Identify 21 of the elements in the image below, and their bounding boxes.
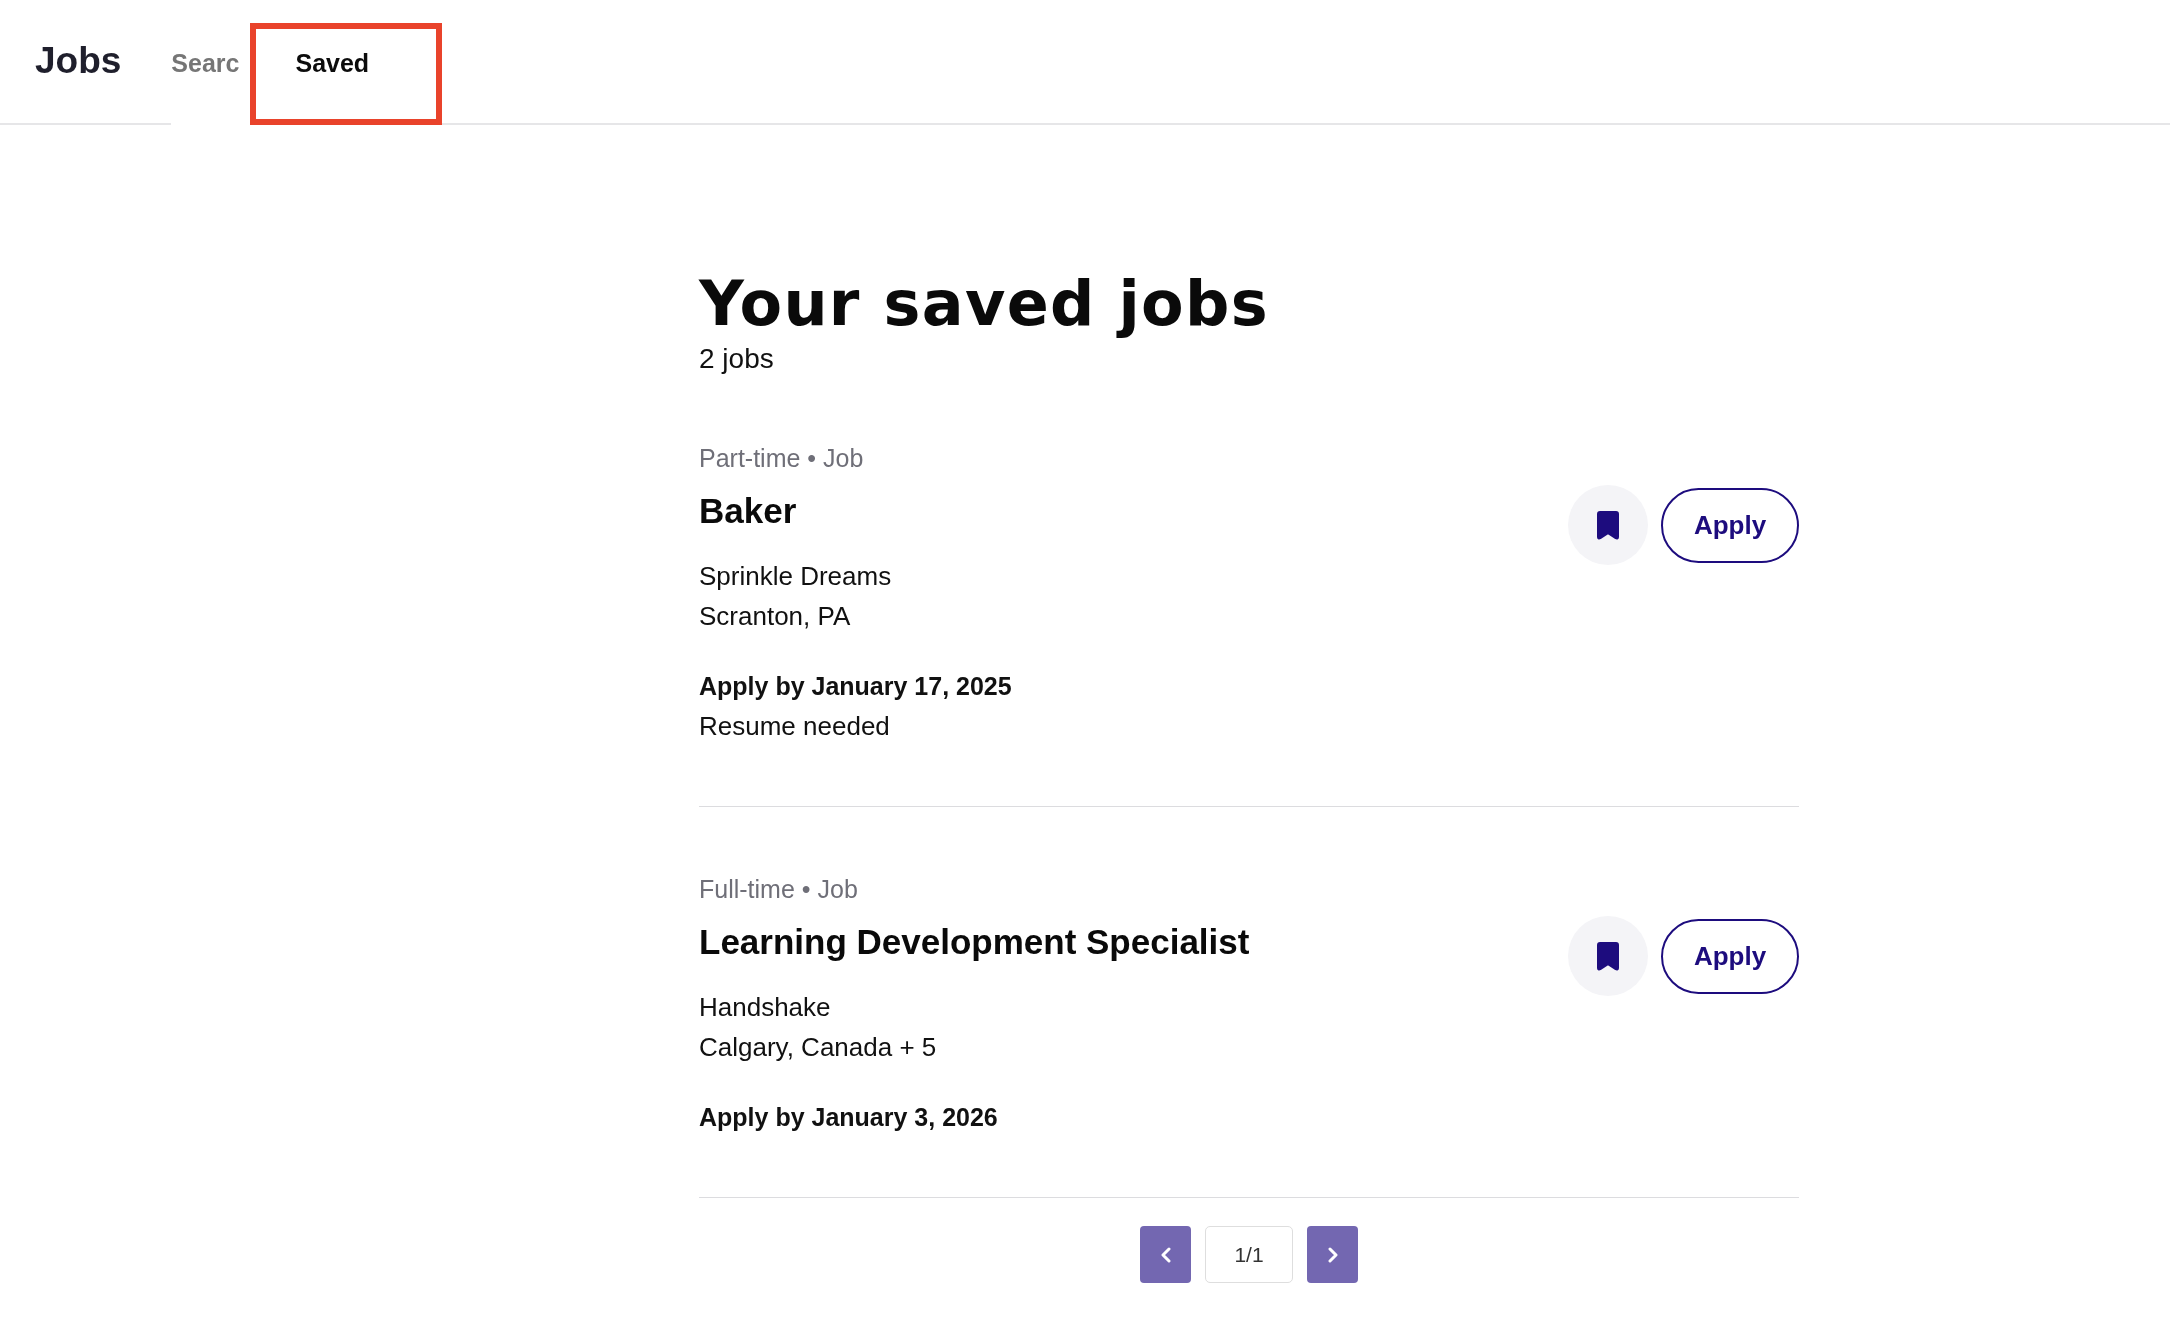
employer-name: Sprinkle Dreams	[699, 560, 893, 593]
job-title[interactable]: Learning Development Specialist	[699, 921, 1250, 963]
job-count: 2 jobs	[699, 342, 775, 376]
job-title[interactable]: Baker	[699, 490, 1012, 532]
nav-tab[interactable]: Saved	[250, 23, 443, 125]
apply-deadline: Apply by January 17, 2025	[699, 671, 1012, 702]
previous-page-button[interactable]	[1140, 1226, 1191, 1283]
chevron-right-icon	[1327, 1246, 1338, 1263]
job-location: Calgary, Canada + 5	[699, 1031, 938, 1064]
job-location: Scranton, PA	[699, 600, 852, 633]
chevron-left-icon	[1160, 1246, 1171, 1263]
apply-button[interactable]: Apply	[1661, 918, 1799, 994]
brand-title: Jobs	[35, 39, 122, 83]
job-meta: Part-time • Job	[699, 443, 865, 473]
job-requirement: Resume needed	[699, 710, 891, 743]
apply-button[interactable]: Apply	[1661, 487, 1799, 563]
employer-name: Handshake	[699, 991, 832, 1024]
next-page-button[interactable]	[1307, 1226, 1358, 1283]
apply-deadline: Apply by January 3, 2026	[699, 1102, 999, 1133]
job-meta: Full-time • Job	[699, 874, 859, 904]
page-indicator: 1/1	[1205, 1226, 1293, 1283]
